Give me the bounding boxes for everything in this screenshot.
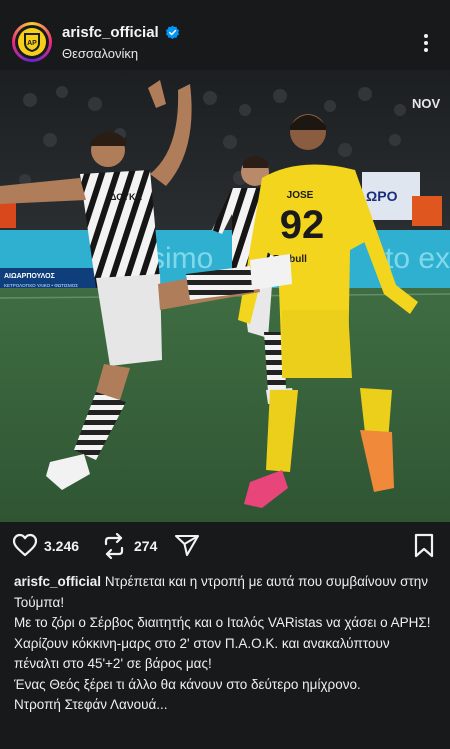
share-icon[interactable]: [174, 533, 200, 557]
post-photo[interactable]: NOV ΩΡΟ ΑΙΩΑΡΠΟΥΛΟΣ ΚΕΤΡΟΛΟΓΙΚΟ ΥΛΙΚΟ • …: [0, 70, 450, 522]
location[interactable]: Θεσσαλονίκη: [62, 46, 138, 61]
aris-logo-icon: AΡ: [18, 28, 46, 56]
caption-line: Με το ζόρι ο Σέρβος διαιτητής και ο Ιταλ…: [14, 615, 431, 630]
caption-line: arisfc_official Ντρέπεται και η ντροπή μ…: [14, 574, 428, 610]
likes-count[interactable]: 3.246: [44, 538, 79, 554]
avatar[interactable]: AΡ: [12, 22, 52, 62]
more-options-icon[interactable]: [416, 32, 436, 54]
username[interactable]: arisfc_official: [62, 24, 159, 41]
svg-text:JOSE: JOSE: [287, 190, 314, 201]
repost-icon[interactable]: [102, 533, 126, 559]
svg-text:ΚΕΤΡΟΛΟΓΙΚΟ ΥΛΙΚΟ • ΦΩΤΙΣΜΟΣ: ΚΕΤΡΟΛΟΓΙΚΟ ΥΛΙΚΟ • ΦΩΤΙΣΜΟΣ: [4, 283, 78, 288]
post-actions: 3.246 274: [0, 528, 450, 564]
caption-username[interactable]: arisfc_official: [14, 574, 101, 589]
svg-text:NOV: NOV: [412, 96, 441, 111]
svg-text:ΔΟΥΚΑ: ΔΟΥΚΑ: [110, 192, 142, 202]
caption-line: Ένας Θεός ξέρει τι άλλο θα κάνουν στο δε…: [14, 676, 361, 692]
verified-badge-icon: [165, 25, 180, 40]
bookmark-icon[interactable]: [413, 533, 435, 559]
heart-icon[interactable]: [12, 533, 38, 557]
caption-line: Χαρίζουν κόκκινη-μαρς στο 2' στον Π.Α.Ο.…: [14, 635, 390, 672]
post-header: AΡ arisfc_official Θεσσαλονίκη: [0, 0, 450, 68]
caption-line: Ντροπή Στεφάν Λανουά...: [14, 697, 168, 712]
svg-text:92: 92: [280, 203, 325, 247]
svg-text:ΩΡΟ: ΩΡΟ: [366, 188, 398, 204]
svg-text:AΡ: AΡ: [27, 40, 37, 47]
post-caption: arisfc_official Ντρέπεται και η ντροπή μ…: [14, 572, 438, 716]
svg-text:ΑΙΩΑΡΠΟΥΛΟΣ: ΑΙΩΑΡΠΟΥΛΟΣ: [4, 273, 55, 280]
reposts-count[interactable]: 274: [134, 538, 157, 554]
svg-text:simo: simo: [150, 242, 213, 275]
match-photo-illustration: NOV ΩΡΟ ΑΙΩΑΡΠΟΥΛΟΣ ΚΕΤΡΟΛΟΓΙΚΟ ΥΛΙΚΟ • …: [0, 70, 450, 522]
svg-text:to ex: to ex: [385, 242, 450, 275]
